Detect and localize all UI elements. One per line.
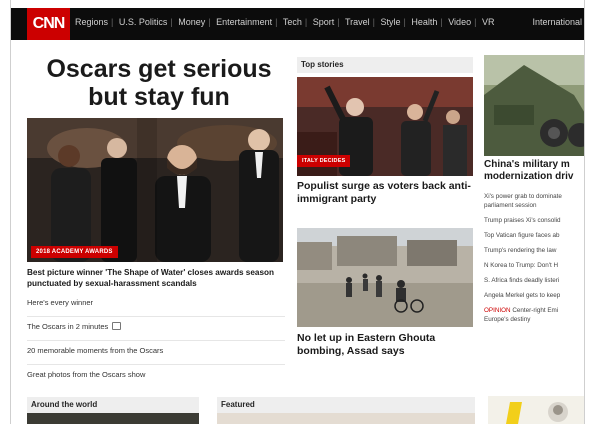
right-story-title[interactable]: China's military m modernization driv	[484, 159, 584, 183]
related-link-2[interactable]: The Oscars in 2 minutes	[27, 320, 285, 341]
right-link-2[interactable]: Trump praises Xi's consolid	[484, 216, 584, 225]
story2-photo[interactable]	[297, 228, 473, 327]
nav-item-regions[interactable]: Regions	[75, 17, 108, 27]
related-link-1[interactable]: Here's every winner	[27, 296, 285, 317]
top-stories-header: Top stories	[297, 57, 473, 73]
lead-story-title[interactable]: Best picture winner 'The Shape of Water'…	[27, 267, 285, 289]
around-the-world-header: Around the world	[27, 397, 199, 413]
right-link-1[interactable]: Xi's power grab to dominate	[484, 192, 584, 201]
video-icon	[112, 322, 122, 330]
right-photo-graphic	[484, 55, 584, 156]
page-frame: CNN Regions | U.S. Politics | Money | Enter…	[10, 0, 585, 424]
related-link-3[interactable]: 20 memorable moments from the Oscars	[27, 344, 285, 365]
top-navigation: CNN Regions | U.S. Politics | Money | Enter…	[11, 8, 584, 40]
edition-selector[interactable]: International	[532, 17, 582, 27]
right-link-4[interactable]: Trump's rendering the law	[484, 246, 584, 255]
related-link-2-text: The Oscars in 2 minutes	[27, 322, 109, 331]
story1-title[interactable]: Populist surge as voters back anti-immig…	[297, 180, 475, 206]
lead-headline-line2: but stay fun	[88, 83, 230, 111]
nav-item-health[interactable]: Health	[411, 17, 437, 27]
cnn-logo[interactable]: CNN	[27, 8, 70, 40]
story1-badge: ITALY DECIDES	[297, 155, 351, 167]
right-story-photo[interactable]	[484, 55, 584, 156]
nav-item-us-politics[interactable]: U.S. Politics	[119, 17, 168, 27]
right-link-opinion-cont[interactable]: Europe's destiny	[484, 315, 584, 324]
promo-graphic	[488, 396, 584, 424]
right-title-line1: China's military m	[484, 159, 570, 170]
nav-item-money[interactable]: Money	[178, 17, 205, 27]
story2-title[interactable]: No let up in Eastern Ghouta bombing, Ass…	[297, 332, 475, 358]
lead-photo[interactable]: 2018 ACADEMY AWARDS	[27, 118, 283, 262]
story1-photo[interactable]: ITALY DECIDES	[297, 77, 473, 176]
nav-item-video[interactable]: Video	[448, 17, 471, 27]
nav-item-travel[interactable]: Travel	[345, 17, 370, 27]
lead-photo-graphic	[27, 118, 283, 262]
right-title-line2: modernization driv	[484, 171, 574, 182]
right-link-1b[interactable]: parliament session	[484, 201, 584, 210]
opinion-label: OPINION	[484, 307, 511, 314]
nav-item-entertainment[interactable]: Entertainment	[216, 17, 272, 27]
right-link-7[interactable]: Angela Merkel gets to keep	[484, 291, 584, 300]
opinion-text: Center-right Emi	[512, 307, 559, 314]
featured-photo[interactable]	[217, 413, 475, 424]
nav-item-tech[interactable]: Tech	[283, 17, 302, 27]
nav-item-style[interactable]: Style	[380, 17, 400, 27]
right-link-6[interactable]: S. Africa finds deadly listeri	[484, 276, 584, 285]
right-link-5[interactable]: N Korea to Trump: Don't H	[484, 261, 584, 270]
nav-item-vr[interactable]: VR	[482, 17, 495, 27]
nav-item-sport[interactable]: Sport	[313, 17, 335, 27]
featured-header: Featured	[217, 397, 475, 413]
lead-headline-line1: Oscars get serious	[46, 55, 272, 83]
right-link-opinion[interactable]: OPINION Center-right Emi	[484, 306, 584, 315]
lead-badge: 2018 ACADEMY AWARDS	[31, 246, 118, 258]
right-links: Xi's power grab to dominate parliament s…	[484, 192, 584, 330]
lead-headline[interactable]: Oscars get serious but stay fun	[27, 55, 291, 111]
nav-menu: Regions | U.S. Politics | Money | Entertain…	[75, 17, 495, 27]
right-link-3[interactable]: Top Vatican figure faces ab	[484, 231, 584, 240]
bottom-right-promo[interactable]	[488, 396, 584, 424]
lead-related-links: Here's every winner The Oscars in 2 minu…	[27, 296, 285, 391]
story2-photo-graphic	[297, 228, 473, 327]
around-world-photo[interactable]	[27, 413, 199, 424]
related-link-4[interactable]: Great photos from the Oscars show	[27, 368, 285, 388]
